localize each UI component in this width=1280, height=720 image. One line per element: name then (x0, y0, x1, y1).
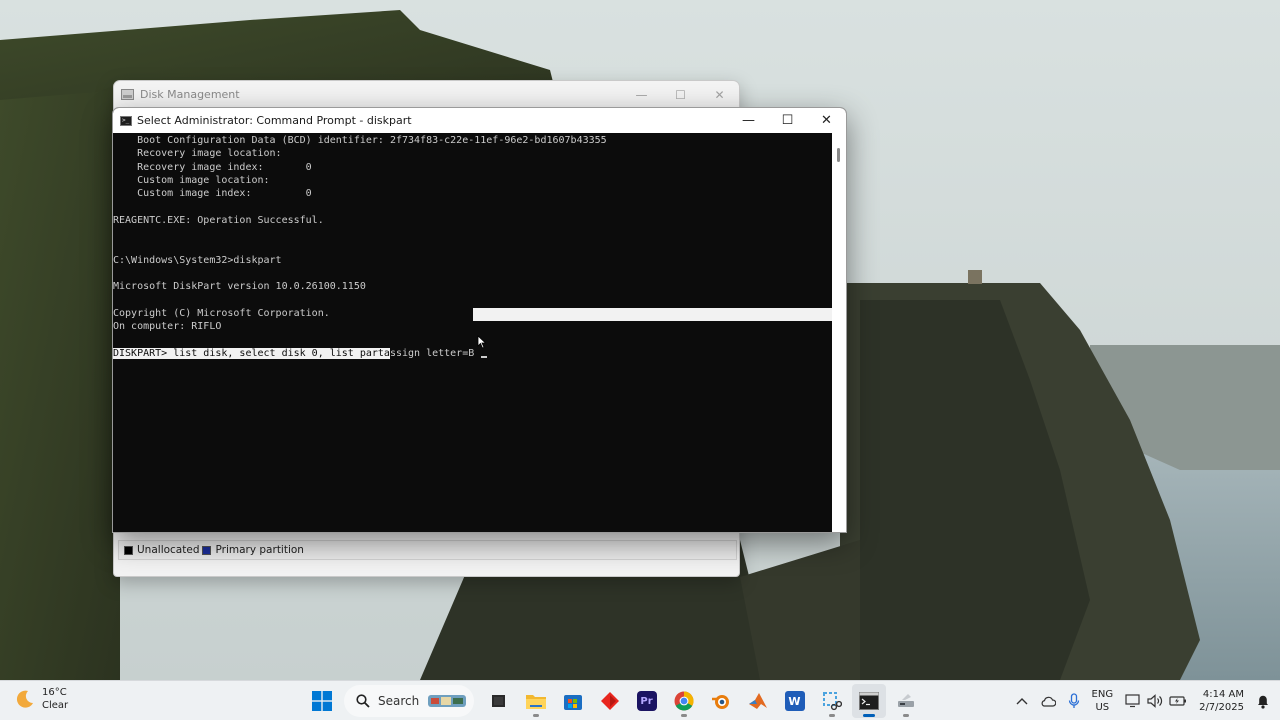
command-prompt-window[interactable]: >_ Select Administrator: Command Prompt … (112, 107, 847, 533)
console-line: Recovery image location: (113, 148, 282, 160)
clock[interactable]: 4:14 AM 2/7/2025 (1199, 688, 1244, 714)
snipping-tool-button[interactable] (815, 684, 849, 718)
search-highlight-illustration-icon (428, 695, 467, 707)
display-icon (1125, 694, 1140, 708)
console-output[interactable]: Boot Configuration Data (BCD) identifier… (113, 133, 833, 532)
microsoft-store-button[interactable] (556, 684, 590, 718)
system-tray: ENG US 4:14 AM 2/7/2025 (1010, 681, 1280, 720)
clock-time: 4:14 AM (1202, 689, 1244, 700)
chrome-icon (674, 691, 694, 711)
console-line: Custom image location: (113, 174, 270, 186)
blender-button[interactable] (704, 684, 738, 718)
task-view-icon (491, 695, 505, 707)
search-label: Search (378, 694, 420, 708)
maximize-button[interactable]: ☐ (768, 108, 807, 133)
partition-legend: Unallocated Primary partition (118, 540, 737, 560)
matlab-button[interactable] (741, 684, 775, 718)
microphone-icon (1068, 693, 1079, 708)
show-hidden-icons-button[interactable] (1016, 697, 1028, 705)
text-cursor (481, 355, 488, 358)
console-line: C:\Windows\System32>diskpart (113, 254, 282, 266)
microsoft-store-icon (563, 695, 582, 710)
file-explorer-button[interactable] (519, 684, 553, 718)
blender-icon (711, 695, 729, 709)
notifications-button[interactable] (1256, 693, 1270, 709)
chrome-button[interactable] (667, 684, 701, 718)
keyboard-region: US (1095, 702, 1110, 713)
diskpart-prompt-line[interactable]: DISKPART> list disk, select disk 0, list… (113, 347, 833, 360)
selected-text: DISKPART> list disk, select disk 0, list… (113, 347, 390, 359)
microphone-button[interactable] (1068, 693, 1080, 709)
onedrive-button[interactable] (1040, 696, 1056, 707)
disk-management-titlebar[interactable]: Disk Management — ☐ ✕ (114, 81, 739, 108)
snipping-tool-icon (822, 692, 842, 711)
red-diamond-app-button[interactable] (593, 684, 627, 718)
typed-command: ssign letter=B (389, 347, 481, 359)
language-code: ENG (1091, 689, 1114, 700)
mouse-pointer-icon (477, 334, 487, 349)
disk-management-taskbar-button[interactable] (889, 684, 923, 718)
premiere-pro-icon: Pr (636, 691, 657, 711)
disk-management-app-icon (121, 89, 134, 100)
file-explorer-icon (525, 695, 546, 709)
unallocated-swatch (124, 545, 133, 555)
clock-date: 2/7/2025 (1199, 702, 1244, 713)
minimize-button[interactable]: — (729, 108, 768, 133)
chevron-up-icon (1016, 698, 1028, 705)
legend-unallocated-label: Unallocated (137, 544, 200, 556)
volume-icon (1147, 694, 1163, 708)
primary-partition-swatch (202, 545, 212, 555)
console-line: On computer: RIFLO (113, 321, 222, 333)
language-switcher[interactable]: ENG US (1092, 688, 1114, 714)
disk-management-icon (897, 694, 914, 707)
weather-widget[interactable]: 16°C Clear (14, 686, 68, 712)
weather-condition: Clear (42, 700, 69, 711)
selection-highlight-bar (473, 308, 833, 321)
console-line: Recovery image index: 0 (113, 161, 312, 173)
task-view-button[interactable] (482, 684, 516, 718)
close-button[interactable]: ✕ (807, 108, 846, 133)
disk-management-title: Disk Management (140, 88, 240, 101)
cloud-icon (1041, 696, 1056, 707)
matlab-icon (748, 693, 767, 709)
maximize-button[interactable]: ☐ (661, 81, 700, 108)
red-diamond-app-icon (600, 692, 619, 710)
battery-charging-icon (1169, 696, 1187, 706)
word-icon: W (784, 691, 805, 711)
legend-primary-partition-label: Primary partition (215, 544, 304, 556)
console-line: Custom image index: 0 (113, 188, 312, 200)
quick-settings-button[interactable] (1125, 694, 1187, 708)
windows-logo-icon (311, 691, 332, 711)
moon-icon (16, 690, 33, 708)
search-icon (356, 694, 370, 708)
close-button[interactable]: ✕ (700, 81, 739, 108)
command-prompt-titlebar[interactable]: >_ Select Administrator: Command Prompt … (113, 108, 846, 133)
command-prompt-app-icon: >_ (120, 115, 132, 126)
start-button[interactable] (305, 684, 339, 718)
console-scrollbar[interactable] (832, 133, 846, 532)
bell-icon (1258, 695, 1268, 709)
console-line: Boot Configuration Data (BCD) identifier… (113, 135, 607, 146)
minimize-button[interactable]: — (622, 81, 661, 108)
weather-temperature: 16°C (42, 687, 67, 698)
word-button[interactable]: W (778, 684, 812, 718)
command-prompt-taskbar-button[interactable] (851, 684, 886, 718)
command-prompt-title: Select Administrator: Command Prompt - d… (137, 114, 412, 127)
command-prompt-icon (858, 692, 879, 710)
console-line: Microsoft DiskPart version 10.0.26100.11… (113, 281, 366, 293)
premiere-pro-button[interactable]: Pr (630, 684, 664, 718)
taskbar: 16°C Clear Search Pr W ENG US 4:14 AM 2/… (0, 680, 1280, 720)
console-line: REAGENTC.EXE: Operation Successful. (113, 214, 324, 226)
scrollbar-thumb[interactable] (837, 148, 840, 162)
taskbar-search-box[interactable]: Search (344, 685, 474, 717)
